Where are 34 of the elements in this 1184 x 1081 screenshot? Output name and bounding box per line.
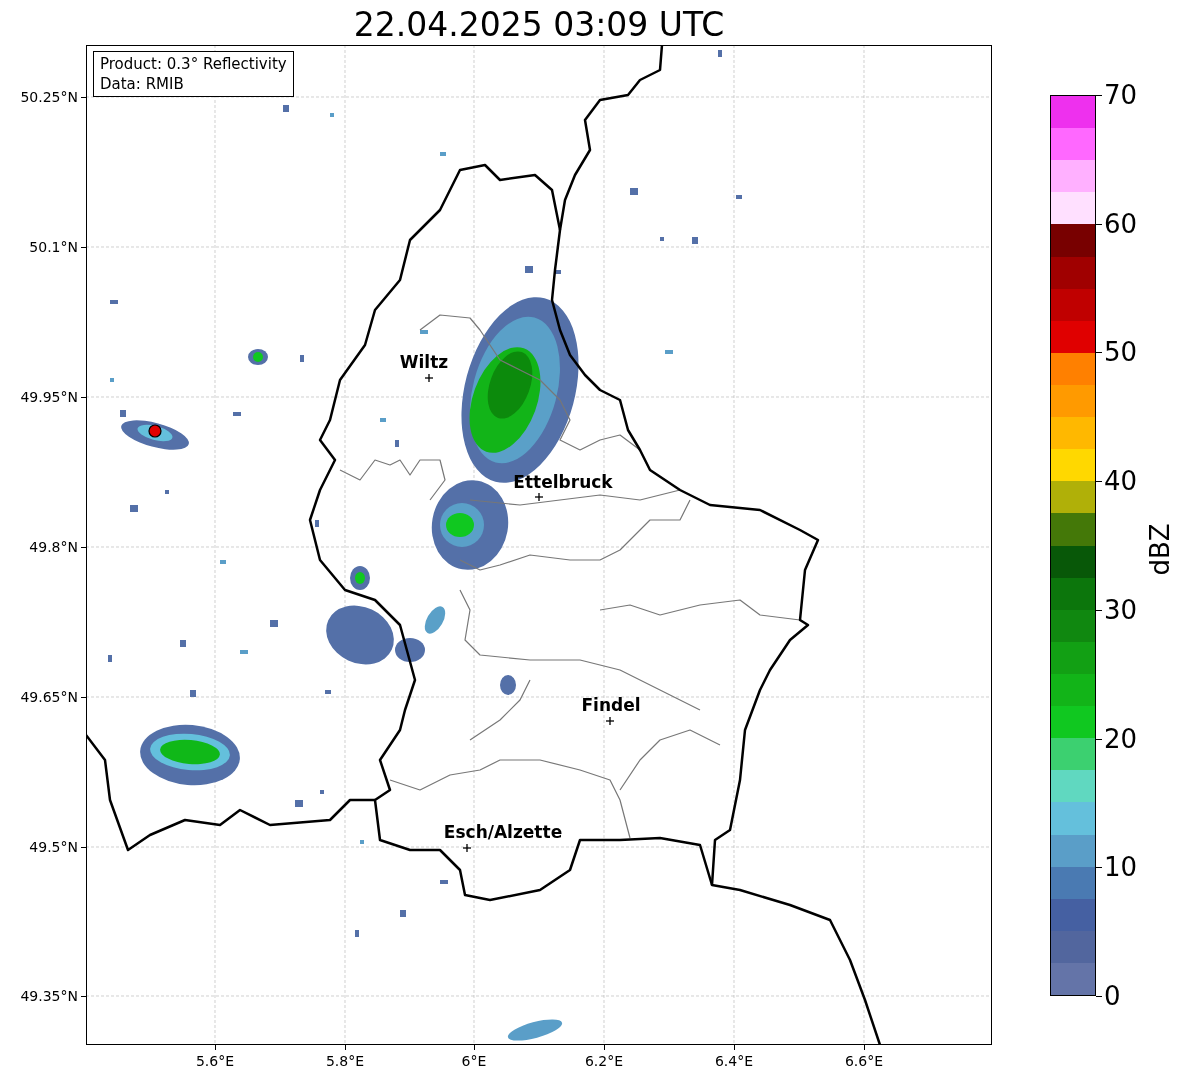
colorbar-tick-label: 20 xyxy=(1104,725,1138,752)
axis-tick-label: 6°E xyxy=(461,1052,487,1071)
legend-text: Data: RMIB xyxy=(100,74,185,94)
colorbar-tick-label: 10 xyxy=(1104,854,1138,881)
axis-tick-label: 6.4°E xyxy=(714,1052,754,1071)
colorbar-tick-label: 50 xyxy=(1104,339,1138,366)
axis-tick-label: 49.35°N xyxy=(20,986,78,1006)
axis-tick-label: 49.65°N xyxy=(20,687,78,707)
colorbar-tick-label: 60 xyxy=(1104,210,1138,237)
city-label: Esch/Alzette xyxy=(443,823,563,841)
city-marker-icon xyxy=(534,492,544,502)
axis-tick-label: 5.6°E xyxy=(195,1052,235,1071)
colorbar-label: dBZ xyxy=(1143,522,1176,578)
axis-tick-label: 6.6°E xyxy=(844,1052,884,1071)
city-label: Findel xyxy=(581,696,641,714)
axis-tick-label: 50.1°N xyxy=(29,237,78,257)
colorbar-tick-label: 0 xyxy=(1104,983,1121,1009)
city-label: Wiltz xyxy=(399,353,449,371)
colorbar-tick-label: 40 xyxy=(1104,468,1138,495)
city-marker-icon xyxy=(462,843,472,853)
radar-site-icon xyxy=(148,424,162,438)
city-marker-icon xyxy=(605,716,615,726)
colorbar-tick-label: 70 xyxy=(1104,82,1138,108)
axis-tick-label: 49.95°N xyxy=(20,387,78,407)
axis-tick-label: 5.8°E xyxy=(325,1052,365,1071)
axis-tick-label: 6.2°E xyxy=(584,1052,624,1071)
colorbar-tick-label: 30 xyxy=(1104,596,1138,623)
axis-tick-label: 50.25°N xyxy=(20,87,78,107)
chart-title: 22.04.2025 03:09 UTC xyxy=(352,4,726,46)
city-marker-icon xyxy=(424,373,434,383)
axis-tick-label: 49.8°N xyxy=(29,537,78,557)
city-label: Ettelbruck xyxy=(513,473,613,491)
legend-text: Product: 0.3° Reflectivity xyxy=(100,54,287,74)
axis-tick-label: 49.5°N xyxy=(29,837,78,857)
